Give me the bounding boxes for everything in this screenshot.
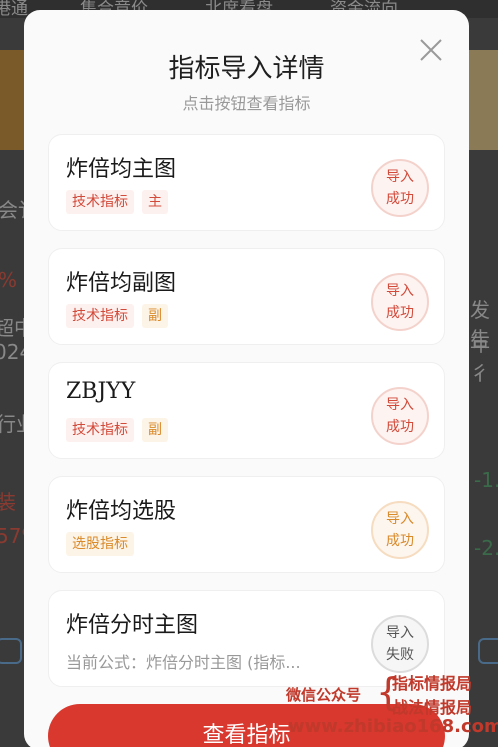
status-text: 失败	[386, 647, 414, 663]
watermark-line: 战法情报局	[392, 698, 473, 717]
background-banner-right	[468, 50, 498, 150]
status-text: 导入	[386, 397, 414, 413]
import-status-badge: 导入 成功	[371, 273, 429, 331]
import-status-badge: 导入 成功	[371, 387, 429, 445]
indicator-tags: 技术指标 主	[66, 190, 168, 214]
background-text: -2.	[474, 536, 498, 560]
dialog-title: 指标导入详情	[168, 54, 325, 84]
indicator-formula-description: 当前公式：炸倍分时主图 (指标...	[66, 653, 301, 672]
watermark-label: 微信公众号	[286, 686, 362, 704]
watermark-line: 指标情报局	[392, 674, 473, 693]
background-text: -1.	[474, 468, 498, 492]
indicator-tags: 技术指标 副	[66, 418, 168, 442]
indicator-type-tag: 技术指标	[66, 418, 134, 442]
watermark: 微信公众号 { 指标情报局 战法情报局	[286, 670, 498, 717]
status-text: 导入	[386, 169, 414, 185]
import-status-badge: 导入 成功	[371, 501, 429, 559]
background-tab: 港通	[0, 0, 28, 19]
close-icon[interactable]	[419, 38, 443, 62]
status-text: 成功	[386, 191, 414, 207]
import-status-badge: 导入 成功	[371, 159, 429, 217]
status-text: 导入	[386, 511, 414, 527]
background-text: 年彳	[470, 332, 490, 385]
background-nav-icon	[0, 638, 22, 664]
indicator-tags: 选股指标	[66, 532, 134, 556]
indicator-card[interactable]: 炸倍均副图 技术指标 副 导入 成功	[48, 248, 445, 345]
indicator-type-tag: 技术指标	[66, 304, 134, 328]
indicator-name: 炸倍均选股	[66, 499, 177, 524]
indicator-type-tag: 技术指标	[66, 190, 134, 214]
status-text: 成功	[386, 305, 414, 321]
indicator-chart-tag: 副	[142, 418, 168, 442]
status-text: 导入	[386, 625, 414, 641]
indicator-chart-tag: 副	[142, 304, 168, 328]
indicator-card[interactable]: ZBJYY 技术指标 副 导入 成功	[48, 362, 445, 459]
status-text: 成功	[386, 419, 414, 435]
status-text: 成功	[386, 533, 414, 549]
import-status-badge: 导入 失败	[371, 615, 429, 673]
indicator-card[interactable]: 炸倍均选股 选股指标 导入 成功	[48, 476, 445, 573]
indicator-import-dialog: 指标导入详情 点击按钮查看指标 炸倍均主图 技术指标 主 导入 成功 炸倍均副图…	[24, 10, 469, 747]
indicator-tags: 技术指标 副	[66, 304, 168, 328]
background-nav-icon	[478, 638, 498, 664]
dialog-subtitle: 点击按钮查看指标	[182, 94, 311, 113]
background-text: 装	[0, 490, 16, 514]
indicator-name: 炸倍分时主图	[66, 613, 199, 638]
watermark-url: www.zhibiao168.com	[288, 716, 498, 737]
indicator-name: 炸倍均主图	[66, 157, 177, 182]
indicator-name: 炸倍均副图	[66, 271, 177, 296]
indicator-chart-tag: 主	[142, 190, 168, 214]
indicator-card[interactable]: 炸倍均主图 技术指标 主 导入 成功	[48, 134, 445, 231]
status-text: 导入	[386, 283, 414, 299]
indicator-type-tag: 选股指标	[66, 532, 134, 556]
background-text: %	[0, 268, 17, 292]
indicator-name: ZBJYY	[66, 379, 136, 404]
background-banner-left	[0, 50, 26, 150]
